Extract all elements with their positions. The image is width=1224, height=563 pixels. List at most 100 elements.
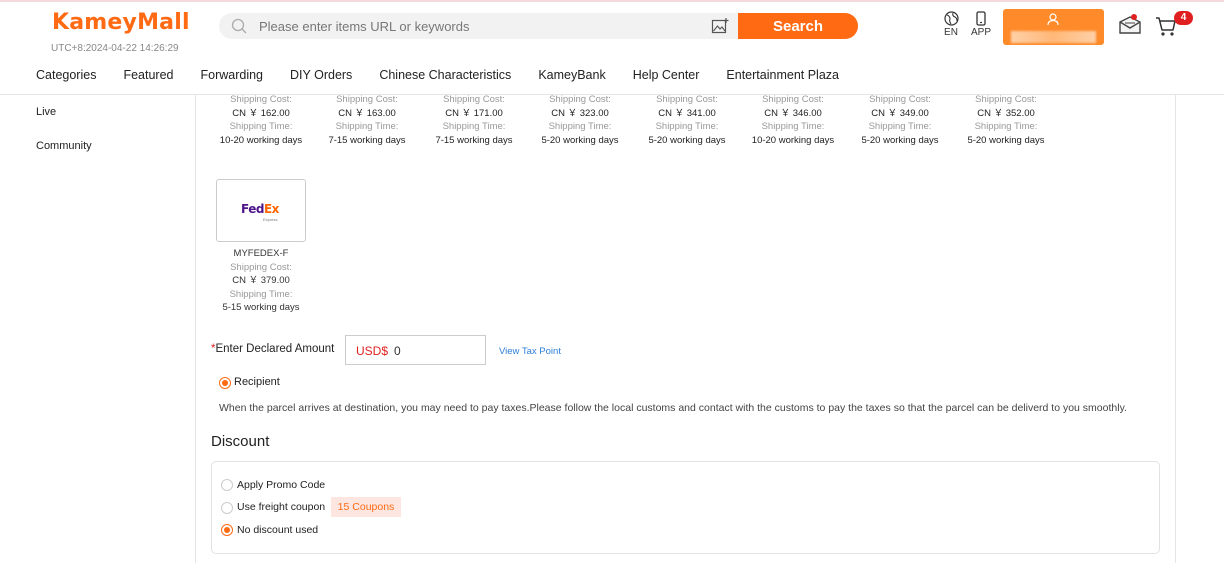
recipient-label[interactable]: Recipient bbox=[234, 376, 280, 388]
shipping-cost: CN ￥ 352.00 bbox=[977, 107, 1035, 119]
declared-amount-text: Enter Declared Amount bbox=[215, 343, 335, 355]
nav-item-diy-orders[interactable]: DIY Orders bbox=[290, 68, 352, 82]
shipping-time: 5-20 working days bbox=[967, 134, 1045, 146]
fedex-shipping-info: MYFEDEX-F Shipping Cost: CN ￥ 379.00 Shi… bbox=[208, 247, 314, 315]
shipping-time: 7-15 working days bbox=[435, 134, 513, 146]
app-label: APP bbox=[970, 27, 991, 38]
declared-amount-input[interactable] bbox=[394, 343, 474, 359]
nav-item-forwarding[interactable]: Forwarding bbox=[200, 68, 263, 82]
shipping-cost-label: Shipping Cost: bbox=[549, 94, 611, 105]
freight-coupon-label[interactable]: Use freight coupon bbox=[237, 501, 325, 513]
fedex-logo-sub: Express bbox=[263, 217, 278, 222]
shipping-option[interactable]: Shipping Cost: CN ￥ 346.00 Shipping Time… bbox=[740, 93, 846, 147]
declared-amount-field[interactable]: USD$ bbox=[345, 335, 486, 365]
user-account-button[interactable] bbox=[1003, 9, 1104, 45]
search-input[interactable] bbox=[259, 17, 699, 35]
shipping-option[interactable]: Shipping Cost: CN ￥ 352.00 Shipping Time… bbox=[953, 93, 1059, 147]
nav-item-kameybank[interactable]: KameyBank bbox=[538, 68, 605, 82]
shipping-cost: CN ￥ 349.00 bbox=[871, 107, 929, 119]
shipping-time-label: Shipping Time: bbox=[335, 121, 399, 133]
server-clock: UTC+8:2024-04-22 14:26:29 bbox=[51, 43, 179, 54]
shipping-time-label: Shipping Time: bbox=[229, 121, 293, 133]
promo-code-label[interactable]: Apply Promo Code bbox=[237, 479, 325, 491]
app-download[interactable]: APP bbox=[969, 11, 993, 38]
language-switcher[interactable]: EN bbox=[942, 11, 960, 38]
main-nav: Categories Featured Forwarding DIY Order… bbox=[36, 68, 866, 82]
fedex-shipping-card[interactable]: FedEx Express bbox=[216, 179, 306, 242]
shipping-cost-label: Shipping Cost: bbox=[762, 94, 824, 105]
nav-item-entertainment-plaza[interactable]: Entertainment Plaza bbox=[726, 68, 839, 82]
shipping-time: 5-20 working days bbox=[541, 134, 619, 146]
fedex-logo: FedEx bbox=[241, 202, 279, 216]
shipping-time-label: Shipping Time: bbox=[548, 121, 612, 133]
search-button[interactable]: Search bbox=[738, 13, 858, 39]
shipping-time-label: Shipping Time: bbox=[229, 288, 293, 300]
tax-note: When the parcel arrives at destination, … bbox=[219, 402, 1127, 414]
language-label: EN bbox=[944, 27, 958, 38]
shipping-time-label: Shipping Time: bbox=[655, 121, 719, 133]
cart-count-badge: 4 bbox=[1174, 11, 1193, 25]
username-redacted bbox=[1011, 31, 1096, 43]
shipping-time-label: Shipping Time: bbox=[442, 121, 506, 133]
shipping-option[interactable]: Shipping Cost: CN ￥ 323.00 Shipping Time… bbox=[527, 93, 633, 147]
shipping-time-label: Shipping Time: bbox=[761, 121, 825, 133]
globe-icon bbox=[943, 11, 959, 26]
image-search-icon[interactable] bbox=[711, 17, 729, 35]
message-unread-dot bbox=[1131, 14, 1137, 20]
shipping-time-label: Shipping Time: bbox=[974, 121, 1038, 133]
coupon-count-badge[interactable]: 15 Coupons bbox=[331, 497, 401, 517]
shipping-cost-label: Shipping Cost: bbox=[230, 261, 292, 273]
nav-item-chinese-characteristics[interactable]: Chinese Characteristics bbox=[379, 68, 511, 82]
promo-code-radio[interactable] bbox=[221, 479, 233, 491]
sidebar-item-community[interactable]: Community bbox=[36, 140, 92, 152]
no-discount-radio[interactable] bbox=[221, 524, 233, 536]
shipping-cost: CN ￥ 323.00 bbox=[551, 107, 609, 119]
shipping-option[interactable]: Shipping Cost: CN ￥ 171.00 Shipping Time… bbox=[421, 93, 527, 147]
shipping-cost-label: Shipping Cost: bbox=[336, 94, 398, 105]
fedex-logo-ex: Ex bbox=[263, 202, 279, 216]
currency-label: USD$ bbox=[356, 344, 389, 358]
nav-item-categories[interactable]: Categories bbox=[36, 68, 96, 82]
shipping-time-label: Shipping Time: bbox=[868, 121, 932, 133]
nav-item-help-center[interactable]: Help Center bbox=[633, 68, 700, 82]
shipping-time: 5-20 working days bbox=[861, 134, 939, 146]
shipping-cost-label: Shipping Cost: bbox=[230, 94, 292, 105]
top-accent-line bbox=[0, 0, 1224, 2]
view-tax-point-link[interactable]: View Tax Point bbox=[499, 346, 561, 357]
shipping-option[interactable]: Shipping Cost: CN ￥ 163.00 Shipping Time… bbox=[314, 93, 420, 147]
shipping-cost: CN ￥ 171.00 bbox=[445, 107, 503, 119]
shipping-option[interactable]: Shipping Cost: CN ￥ 349.00 Shipping Time… bbox=[847, 93, 953, 147]
shipping-cost-label: Shipping Cost: bbox=[869, 94, 931, 105]
shipping-cost: CN ￥ 163.00 bbox=[338, 107, 396, 119]
no-discount-label[interactable]: No discount used bbox=[237, 524, 318, 536]
shipping-time: 7-15 working days bbox=[328, 134, 406, 146]
shipping-cost-label: Shipping Cost: bbox=[443, 94, 505, 105]
phone-icon bbox=[976, 11, 986, 26]
discount-title: Discount bbox=[211, 433, 270, 450]
logo[interactable]: KameyMall bbox=[52, 10, 190, 35]
sidebar-divider bbox=[195, 95, 196, 563]
user-icon bbox=[1047, 13, 1059, 26]
content-right-border bbox=[1175, 95, 1176, 563]
shipping-option[interactable]: Shipping Cost: CN ￥ 162.00 Shipping Time… bbox=[208, 93, 314, 147]
shipping-time: 5-15 working days bbox=[222, 302, 300, 314]
shipping-cost: CN ￥ 341.00 bbox=[658, 107, 716, 119]
shipping-cost-label: Shipping Cost: bbox=[656, 94, 718, 105]
shipping-cost: CN ￥ 379.00 bbox=[232, 275, 290, 287]
shipping-time: 10-20 working days bbox=[751, 134, 835, 146]
message-icon[interactable] bbox=[1118, 15, 1142, 35]
shipping-cost: CN ￥ 162.00 bbox=[232, 107, 290, 119]
declared-amount-label: *Enter Declared Amount bbox=[211, 343, 334, 355]
search-bar bbox=[219, 13, 739, 39]
recipient-radio[interactable] bbox=[219, 377, 231, 389]
shipping-time: 10-20 working days bbox=[219, 134, 303, 146]
shipping-option[interactable]: Shipping Cost: CN ￥ 341.00 Shipping Time… bbox=[634, 93, 740, 147]
fedex-logo-fed: Fed bbox=[241, 202, 264, 216]
shipping-method-name: MYFEDEX-F bbox=[233, 248, 289, 259]
nav-item-featured[interactable]: Featured bbox=[123, 68, 173, 82]
freight-coupon-radio[interactable] bbox=[221, 502, 233, 514]
search-icon bbox=[231, 18, 247, 34]
sidebar-item-live[interactable]: Live bbox=[36, 106, 56, 118]
shipping-time: 5-20 working days bbox=[648, 134, 726, 146]
shipping-cost-label: Shipping Cost: bbox=[975, 94, 1037, 105]
